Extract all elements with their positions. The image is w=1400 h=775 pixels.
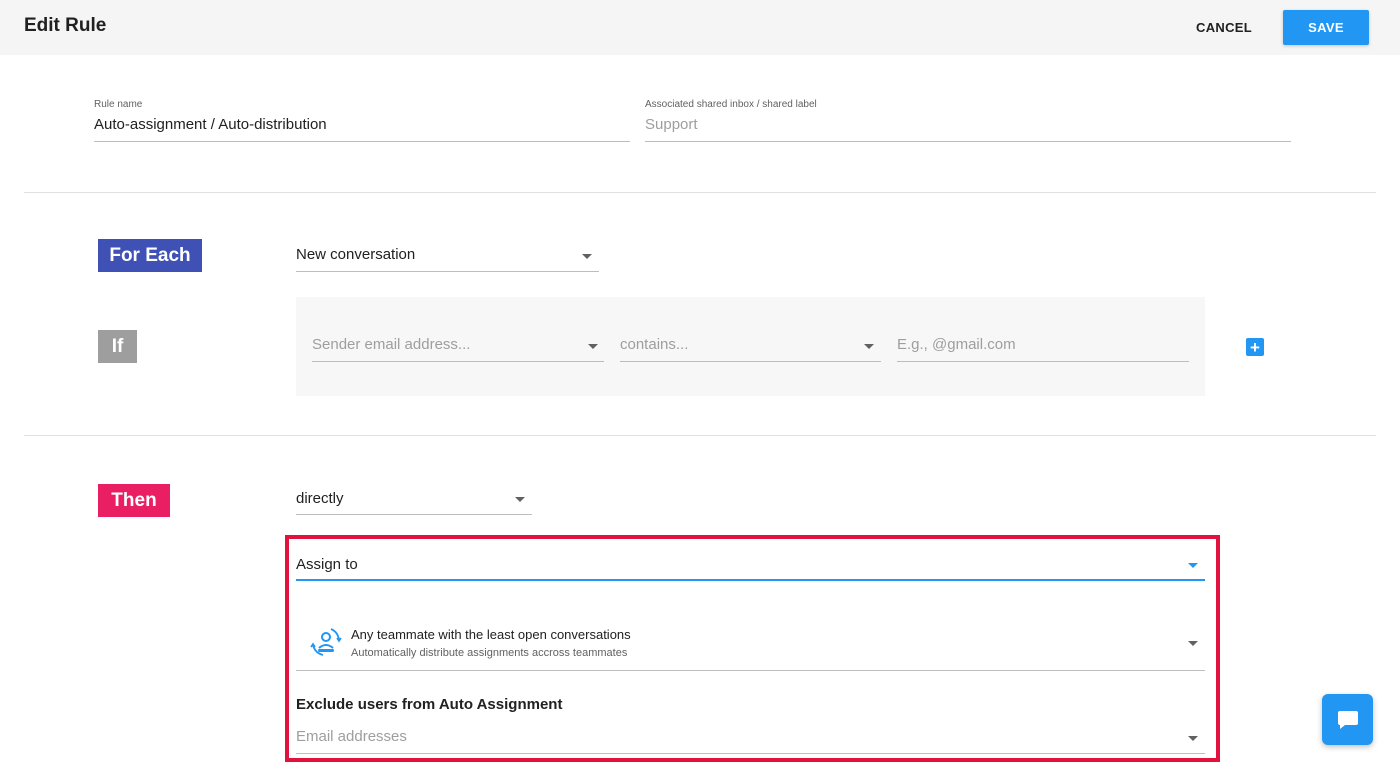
trigger-select-underline <box>296 271 599 272</box>
chevron-down-icon <box>588 344 598 349</box>
condition-value-placeholder: E.g., @gmail.com <box>897 336 1016 353</box>
assignee-subtitle: Automatically distribute assignments acc… <box>351 647 628 659</box>
page-title: Edit Rule <box>24 15 107 36</box>
save-button[interactable]: SAVE <box>1283 10 1369 45</box>
action-mode-underline <box>296 514 532 515</box>
rule-name-input[interactable]: Auto-assignment / Auto-distribution <box>94 116 327 133</box>
condition-field-underline <box>312 361 604 362</box>
action-select-value: Assign to <box>296 556 358 573</box>
chevron-down-icon <box>864 344 874 349</box>
section-divider <box>24 435 1376 436</box>
for-each-badge: For Each <box>98 239 202 272</box>
plus-icon[interactable]: + <box>1246 338 1264 356</box>
section-divider <box>24 192 1376 193</box>
action-mode-select[interactable]: directly <box>296 484 532 516</box>
top-bar: Edit Rule CANCEL SAVE <box>0 0 1400 55</box>
chevron-down-icon <box>1188 736 1198 741</box>
condition-value-underline <box>897 361 1189 362</box>
exclude-users-placeholder: Email addresses <box>296 728 407 745</box>
rule-name-underline <box>94 141 630 142</box>
condition-operator-underline <box>620 361 881 362</box>
assignee-title: Any teammate with the least open convers… <box>351 627 631 642</box>
trigger-select[interactable]: New conversation <box>296 240 599 272</box>
shared-inbox-input[interactable]: Support <box>645 116 698 133</box>
chevron-down-icon <box>515 497 525 502</box>
condition-operator-placeholder: contains... <box>620 336 689 353</box>
condition-field-select[interactable]: Sender email address... <box>312 330 604 362</box>
if-badge: If <box>98 330 137 363</box>
exclude-heading: Exclude users from Auto Assignment <box>296 696 563 713</box>
condition-field-placeholder: Sender email address... <box>312 336 471 353</box>
chat-bubble-icon <box>1337 710 1359 730</box>
assignee-select-underline <box>296 670 1205 671</box>
rule-name-label: Rule name <box>94 99 143 110</box>
exclude-users-select[interactable]: Email addresses <box>296 722 1205 754</box>
trigger-select-value: New conversation <box>296 246 416 263</box>
exclude-users-underline <box>296 753 1205 754</box>
action-mode-value: directly <box>296 490 344 507</box>
condition-operator-select[interactable]: contains... <box>620 330 881 362</box>
chevron-down-icon <box>1188 563 1198 568</box>
assignee-select[interactable]: Any teammate with the least open convers… <box>296 615 1205 671</box>
action-select-underline <box>296 579 1205 581</box>
chat-widget-button[interactable] <box>1322 694 1373 745</box>
round-robin-distribution-icon <box>310 625 344 659</box>
shared-inbox-underline <box>645 141 1291 142</box>
chevron-down-icon <box>1188 641 1198 646</box>
then-badge: Then <box>98 484 170 517</box>
chevron-down-icon <box>582 254 592 259</box>
shared-inbox-label: Associated shared inbox / shared label <box>645 99 817 110</box>
action-select[interactable]: Assign to <box>296 550 1205 582</box>
condition-value-input[interactable]: E.g., @gmail.com <box>897 330 1189 362</box>
cancel-button[interactable]: CANCEL <box>1186 10 1262 44</box>
